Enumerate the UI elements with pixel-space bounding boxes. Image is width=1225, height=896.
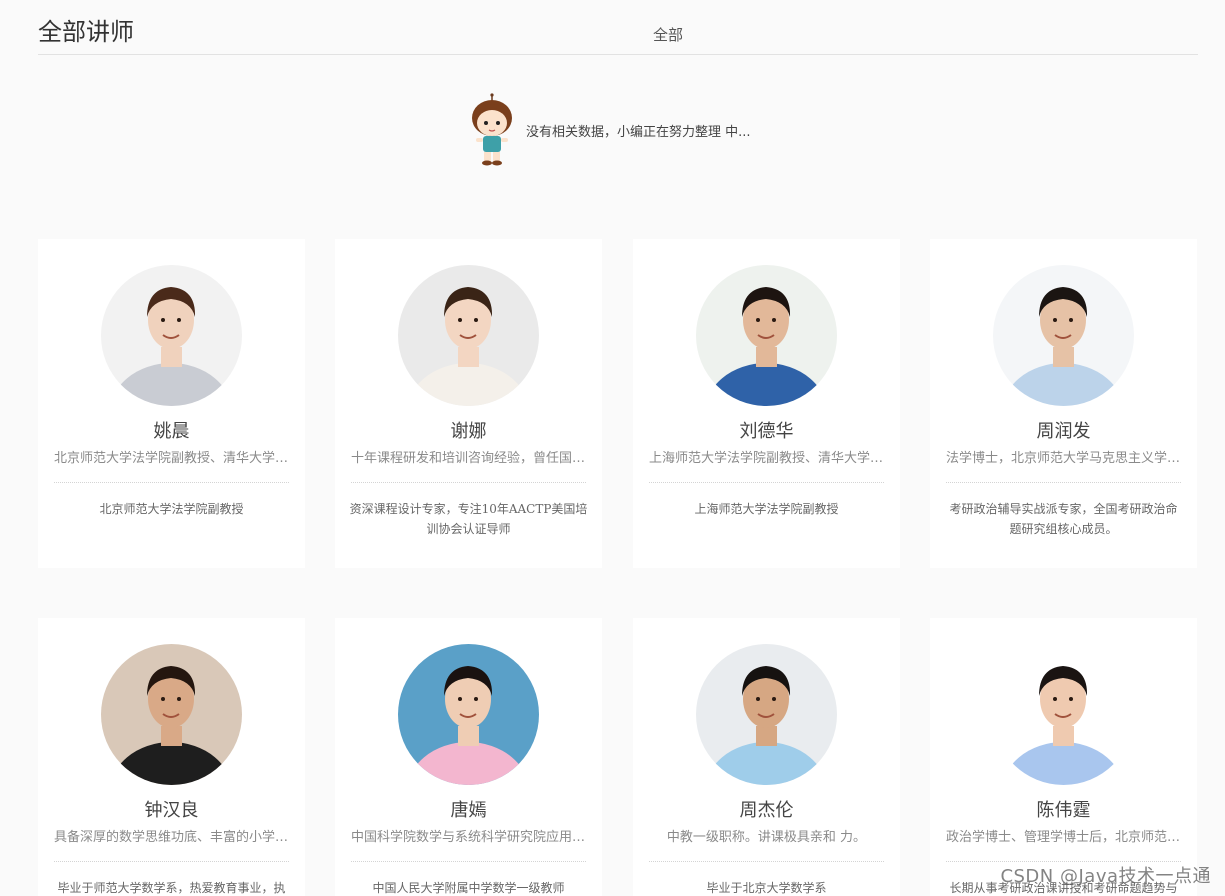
- teacher-name[interactable]: 钟汉良: [38, 799, 305, 823]
- teacher-name[interactable]: 唐嫣: [335, 799, 602, 823]
- teacher-intro: 毕业于师范大学数学系，热爱教育事业，执教数学思维6年有余: [57, 881, 286, 895]
- card-divider: [54, 482, 289, 483]
- teacher-title: 具备深厚的数学思维功底、丰富的小学教育经验: [54, 830, 289, 845]
- teacher-intro: 北京师范大学法学院副教授: [99, 502, 244, 516]
- teacher-title: 北京师范大学法学院副教授、清华大学法学博士。自2004年至今已有9年的考研辅导经…: [54, 451, 289, 466]
- teacher-avatar[interactable]: [101, 644, 242, 785]
- teacher-title: 政治学博士、管理学博士后，北京师范大学马克思主义学院副教授: [946, 830, 1181, 845]
- teacher-title: 上海师范大学法学院副教授、清华大学法学博士。: [649, 451, 884, 466]
- teacher-intro: 毕业于北京大学数学系: [706, 881, 827, 895]
- teacher-intro: 上海师范大学法学院副教授: [694, 502, 839, 516]
- teacher-name[interactable]: 刘德华: [633, 420, 900, 444]
- empty-state: 没有相关数据，小编正在努力整理 中...: [470, 90, 751, 170]
- teacher-title: 中国科学院数学与系统科学研究院应用数学专业博士: [351, 830, 586, 845]
- teacher-name[interactable]: 陈伟霆: [930, 799, 1197, 823]
- card-divider: [649, 482, 884, 483]
- teacher-intro: 资深课程设计专家，专注10年AACTP美国培训协会认证导师: [349, 502, 588, 536]
- card-divider: [946, 482, 1181, 483]
- teacher-list-page: 全部讲师 全部 没有相关数据，小编正在努力整理 中... 姚晨北京师范大学法学院…: [0, 0, 1225, 896]
- teacher-name[interactable]: 周杰伦: [633, 799, 900, 823]
- teacher-avatar[interactable]: [398, 644, 539, 785]
- teacher-card[interactable]: 姚晨北京师范大学法学院副教授、清华大学法学博士。自2004年至今已有9年的考研辅…: [38, 239, 305, 568]
- teacher-avatar[interactable]: [993, 644, 1134, 785]
- teacher-name[interactable]: 姚晨: [38, 420, 305, 444]
- teacher-intro: 考研政治辅导实战派专家，全国考研政治命题研究组核心成员。: [949, 502, 1178, 536]
- teacher-card[interactable]: 刘德华上海师范大学法学院副教授、清华大学法学博士。上海师范大学法学院副教授: [633, 239, 900, 568]
- teacher-card[interactable]: 陈伟霆政治学博士、管理学博士后，北京师范大学马克思主义学院副教授长期从事考研政治…: [930, 618, 1197, 896]
- filter-tab-all[interactable]: 全部: [653, 25, 683, 45]
- watermark: CSDN @Java技术一点通: [1000, 866, 1211, 887]
- empty-state-message: 没有相关数据，小编正在努力整理 中...: [526, 124, 751, 140]
- teacher-card[interactable]: 周杰伦中教一级职称。讲课极具亲和 力。 毕业于北京大学数学系: [633, 618, 900, 896]
- card-divider: [54, 861, 289, 862]
- teacher-name[interactable]: 谢娜: [335, 420, 602, 444]
- card-divider: [649, 861, 884, 862]
- teacher-card[interactable]: 钟汉良具备深厚的数学思维功底、丰富的小学教育经验毕业于师范大学数学系，热爱教育事…: [38, 618, 305, 896]
- teacher-avatar[interactable]: [993, 265, 1134, 406]
- teacher-avatar[interactable]: [696, 265, 837, 406]
- teacher-avatar[interactable]: [398, 265, 539, 406]
- teacher-intro: 中国人民大学附属中学数学一级教师: [372, 881, 565, 895]
- cartoon-boy-icon: [472, 93, 512, 166]
- teacher-card[interactable]: 谢娜十年课程研发和培训咨询经验，曾任国内著名培训机构课程研发总监资深课程设计专家…: [335, 239, 602, 568]
- page-header: 全部讲师 全部: [38, 0, 1198, 55]
- teacher-card[interactable]: 唐嫣中国科学院数学与系统科学研究院应用数学专业博士中国人民大学附属中学数学一级教…: [335, 618, 602, 896]
- teacher-title: 法学博士，北京师范大学马克思主义学院副教授，专攻毛泽东思想概论: [946, 451, 1181, 466]
- teacher-avatar[interactable]: [101, 265, 242, 406]
- teacher-title: 十年课程研发和培训咨询经验，曾任国内著名培训机构课程研发总监: [351, 451, 586, 466]
- teacher-card[interactable]: 周润发法学博士，北京师范大学马克思主义学院副教授，专攻毛泽东思想概论考研政治辅导…: [930, 239, 1197, 568]
- card-divider: [351, 482, 586, 483]
- page-title: 全部讲师: [38, 18, 134, 46]
- teacher-avatar[interactable]: [696, 644, 837, 785]
- card-divider: [351, 861, 586, 862]
- teacher-title: 中教一级职称。讲课极具亲和 力。: [666, 830, 867, 845]
- teacher-name[interactable]: 周润发: [930, 420, 1197, 444]
